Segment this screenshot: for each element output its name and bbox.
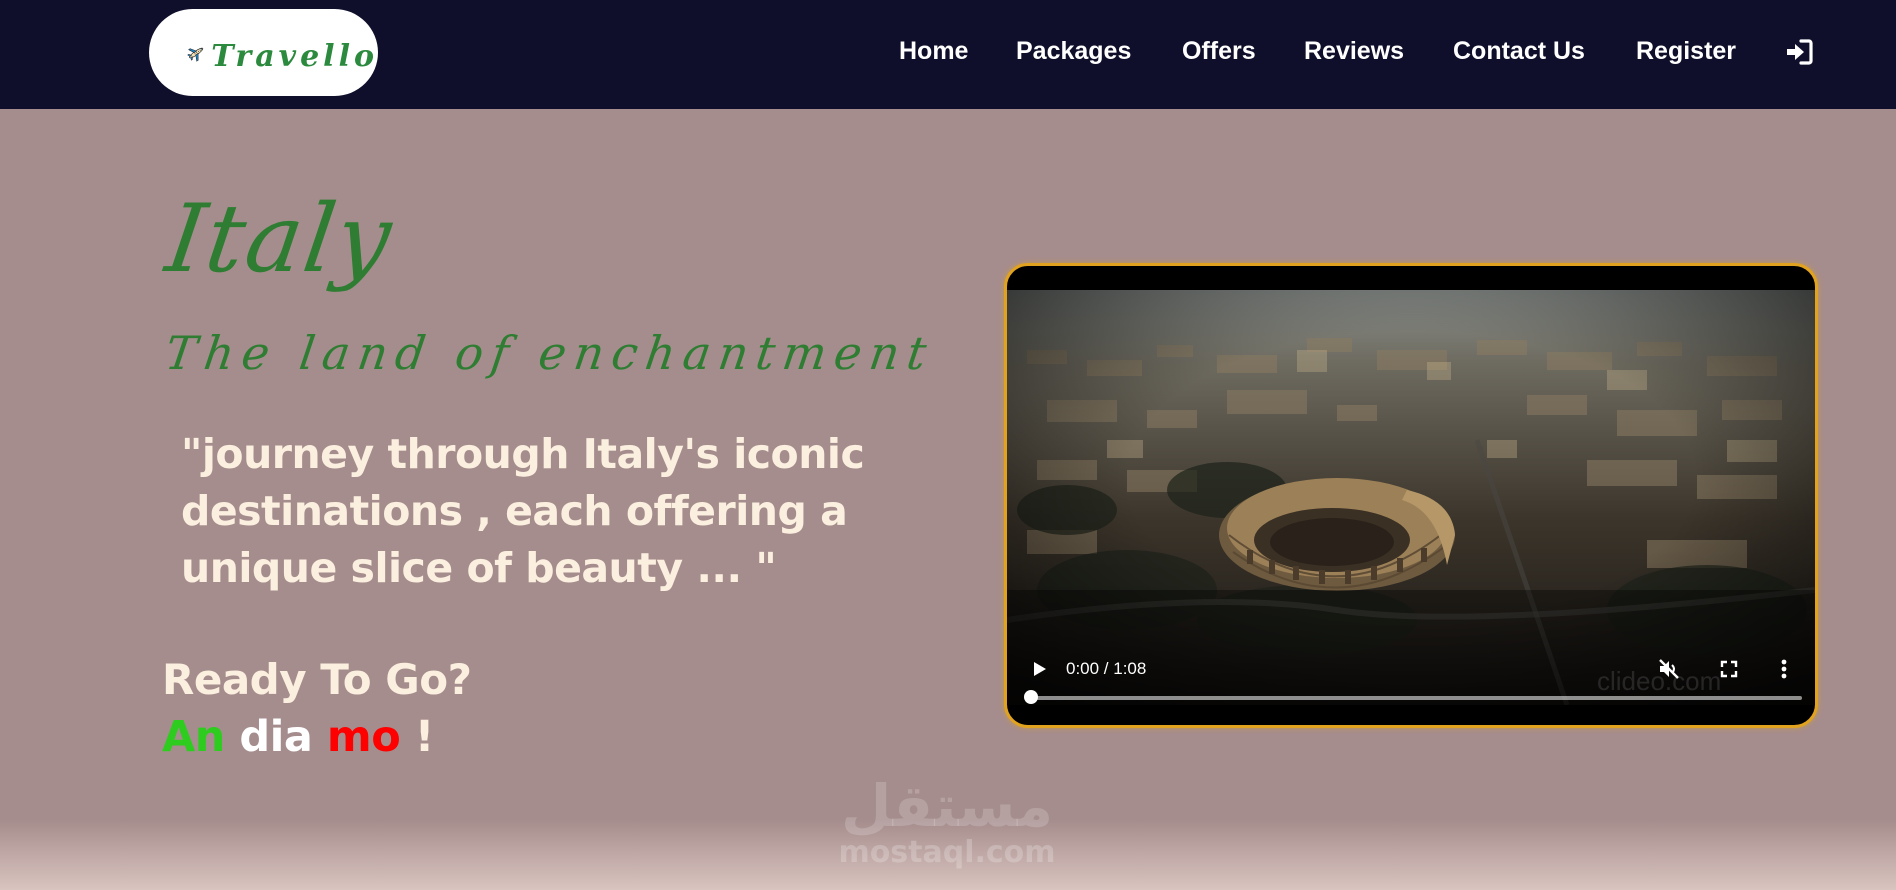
nav-links: Home Packages Offers Reviews Contact Us … (0, 0, 1896, 104)
quote-line: "journey through Italy's iconic (181, 430, 865, 478)
hero-title: Italy (160, 185, 400, 294)
nav-contact-us[interactable]: Contact Us (1453, 37, 1585, 66)
video-player[interactable]: clideo.com 0:00 / 1:08 (1004, 263, 1818, 728)
top-navbar: Travello Home Packages Offers Reviews Co… (0, 0, 1896, 109)
mostaql-watermark-arabic: مستقل (840, 772, 1054, 840)
video-progress-bar[interactable] (1031, 696, 1802, 700)
video-time: 0:00 / 1:08 (1066, 659, 1147, 678)
rome-colosseum-video-frame (1007, 290, 1815, 705)
sign-in-icon[interactable] (1785, 38, 1813, 66)
video-progress-thumb[interactable] (1024, 690, 1038, 704)
play-icon[interactable] (1029, 659, 1049, 679)
ready-to-go-heading: Ready To Go? (162, 655, 472, 704)
nav-home[interactable]: Home (899, 37, 968, 66)
andiamo-part-red: mo (326, 712, 401, 762)
quote-line: unique slice of beauty ... " (181, 544, 777, 592)
andiamo-part-green: An (162, 712, 225, 762)
quote-line: destinations , each offering a (181, 487, 848, 535)
mute-icon[interactable] (1657, 657, 1681, 681)
fullscreen-icon[interactable] (1719, 659, 1739, 679)
andiamo-text: An dia mo ! (162, 712, 434, 762)
nav-register[interactable]: Register (1636, 37, 1736, 66)
hero-subtitle: The land of enchantment (162, 326, 938, 380)
andiamo-part-white: dia (239, 712, 313, 762)
hero-quote: "journey through Italy's iconic destinat… (181, 426, 881, 597)
nav-packages[interactable]: Packages (1016, 37, 1131, 66)
more-options-icon[interactable] (1780, 658, 1788, 680)
nav-offers[interactable]: Offers (1182, 37, 1256, 66)
nav-reviews[interactable]: Reviews (1304, 37, 1404, 66)
mostaql-watermark-latin: mostaql.com (838, 835, 1056, 870)
andiamo-exclamation: ! (414, 712, 435, 762)
